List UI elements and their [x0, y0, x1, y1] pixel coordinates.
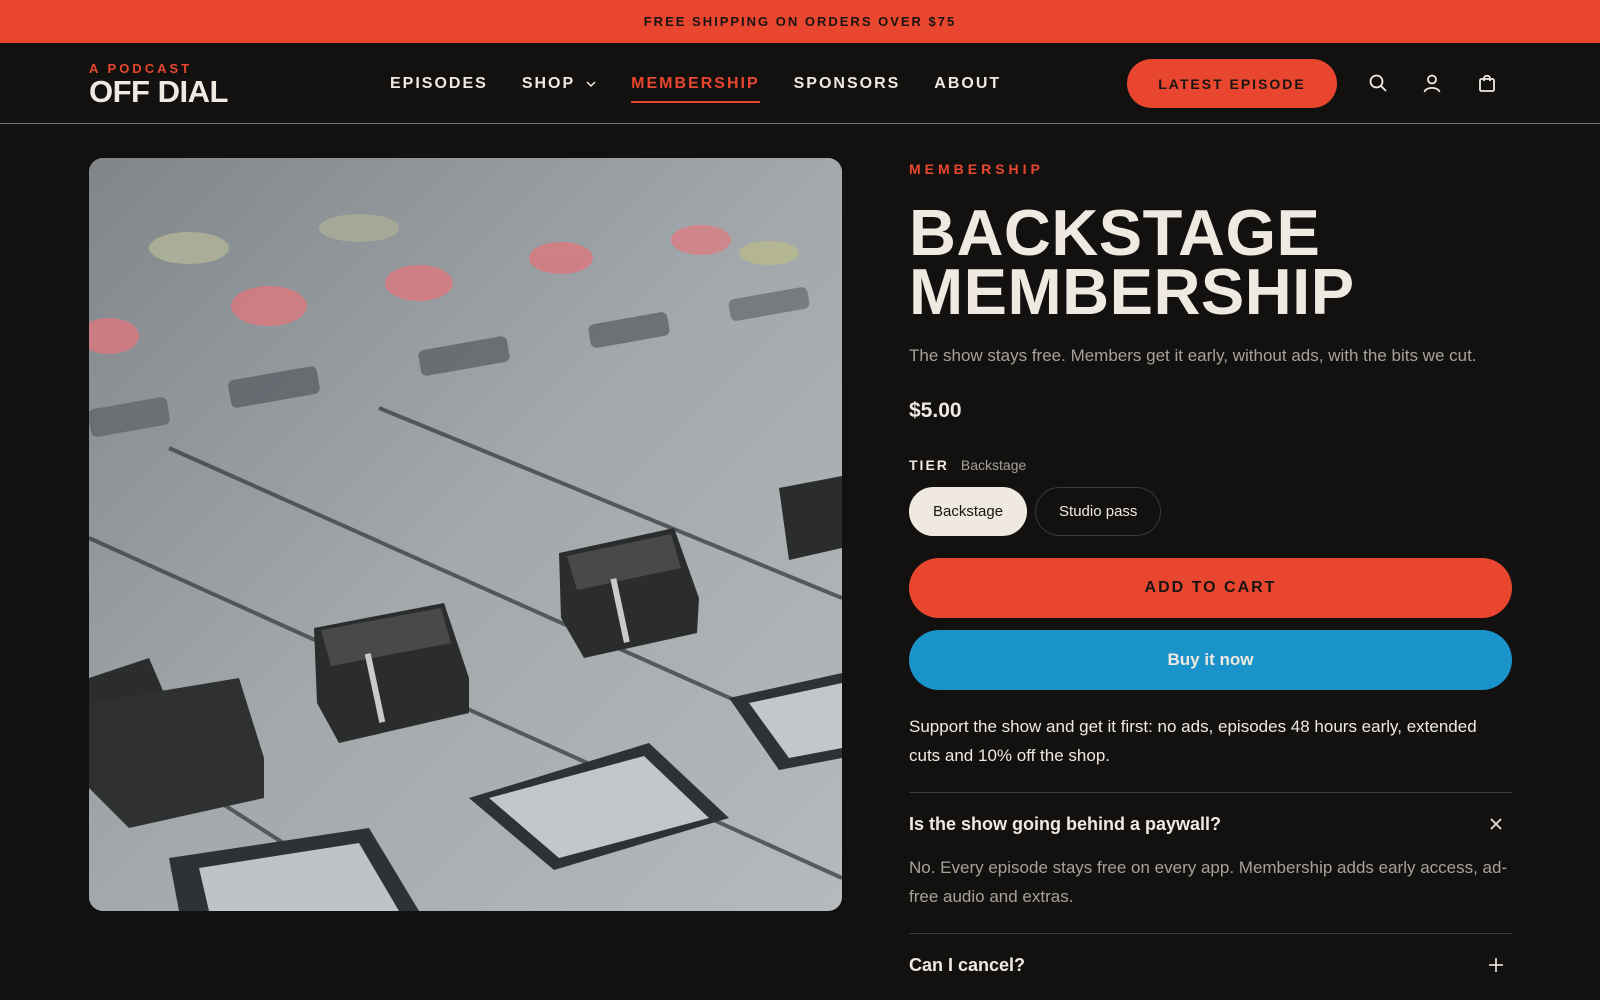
nav-item-label: MEMBERSHIP: [631, 74, 760, 92]
nav-item-label: SHOP: [521, 74, 576, 92]
faq-answer: No. Every episode stays free on every ap…: [909, 858, 1508, 906]
latest-episode-button[interactable]: LATEST EPISODE: [1127, 59, 1337, 108]
tier-option-backstage[interactable]: Backstage: [909, 487, 1028, 536]
product-description: Support the show and get it first: no ad…: [909, 717, 1477, 765]
add-to-cart-button[interactable]: ADD TO CART: [909, 558, 1512, 618]
product-info: MEMBERSHIP BACKSTAGE MEMBERSHIP The show…: [909, 158, 1512, 996]
chevron-down-icon: [586, 80, 596, 87]
faq-question-toggle[interactable]: Is the show going behind a paywall?: [909, 793, 1512, 855]
product-title-line-2: MEMBERSHIP: [909, 255, 1355, 328]
product-title-line-1: BACKSTAGE: [909, 196, 1321, 269]
faq-question: Is the show going behind a paywall?: [909, 813, 1222, 834]
faq-question-toggle[interactable]: Can I cancel?: [909, 934, 1512, 996]
tier-options: Backstage Studio pass: [909, 487, 1512, 536]
nav-item-sponsors[interactable]: SPONSORS: [794, 75, 901, 93]
product-title: BACKSTAGE MEMBERSHIP: [909, 196, 1509, 328]
logo-name: OFF DIAL: [89, 74, 228, 109]
faq-item: Is the show going behind a paywall? No. …: [909, 793, 1512, 934]
nav-item-shop[interactable]: SHOP: [522, 75, 597, 93]
product-price: $5.00: [909, 399, 962, 422]
tier-selected-value: Backstage: [960, 457, 1027, 473]
nav-item-membership[interactable]: MEMBERSHIP: [631, 74, 761, 103]
announcement-bar: FREE SHIPPING ON ORDERS OVER $75: [0, 0, 1600, 43]
tier-option-studio-pass[interactable]: Studio pass: [1035, 487, 1162, 536]
faq-accordion: Is the show going behind a paywall? No. …: [909, 792, 1512, 996]
faq-question: Can I cancel?: [909, 954, 1026, 975]
nav-item-label: EPISODES: [390, 74, 488, 92]
plus-icon: [1489, 958, 1503, 972]
announcement-text: FREE SHIPPING ON ORDERS OVER $75: [643, 14, 957, 29]
site-logo[interactable]: A PODCAST OFF DIAL: [89, 62, 228, 108]
product-image: [89, 158, 842, 911]
nav-item-label: ABOUT: [934, 74, 1002, 92]
tier-label: TIER: [909, 457, 949, 473]
product-eyebrow: MEMBERSHIP: [909, 161, 1044, 177]
account-icon[interactable]: [1421, 72, 1443, 94]
close-icon: [1490, 818, 1502, 830]
tier-selector-header: TIER Backstage: [909, 457, 1512, 473]
main-nav: EPISODES SHOP MEMBERSHIP SPONSORS ABOUT: [390, 43, 1001, 124]
search-icon[interactable]: [1367, 72, 1389, 94]
cart-icon[interactable]: [1476, 72, 1498, 94]
nav-item-label: SPONSORS: [793, 74, 901, 92]
buy-it-now-button[interactable]: Buy it now: [909, 630, 1512, 690]
product-subtitle: The show stays free. Members get it earl…: [909, 346, 1477, 365]
mixing-console-illustration: [89, 158, 842, 911]
site-header: A PODCAST OFF DIAL EPISODES SHOP MEMBERS…: [0, 43, 1600, 124]
nav-item-episodes[interactable]: EPISODES: [390, 75, 488, 93]
nav-item-about[interactable]: ABOUT: [934, 75, 1001, 93]
faq-item: Can I cancel?: [909, 934, 1512, 996]
